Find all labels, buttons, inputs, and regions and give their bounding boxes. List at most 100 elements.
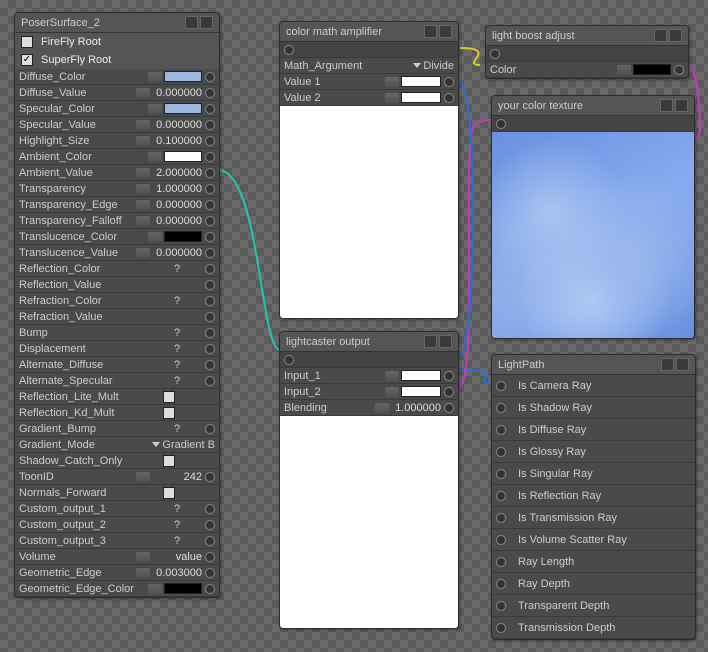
output-row[interactable]: Is Reflection Ray: [492, 485, 695, 507]
color-row[interactable]: Color: [486, 62, 688, 78]
input-socket-icon[interactable]: [205, 504, 215, 514]
param-value[interactable]: 0.003000: [152, 567, 202, 579]
output-socket-icon[interactable]: [284, 355, 294, 365]
output-row[interactable]: Is Volume Scatter Ray: [492, 529, 695, 551]
checkbox[interactable]: [163, 391, 175, 403]
input-socket-icon[interactable]: [205, 552, 215, 562]
param-row[interactable]: Translucence_Color: [15, 229, 219, 245]
key-icon[interactable]: [136, 136, 150, 146]
param-row[interactable]: Geometric_Edge_Color: [15, 581, 219, 597]
input-socket-icon[interactable]: [444, 387, 454, 397]
param-row[interactable]: Alternate_Specular?: [15, 373, 219, 389]
param-row[interactable]: Highlight_Size0.100000: [15, 133, 219, 149]
input2-row[interactable]: Input_2: [280, 384, 458, 400]
output-socket-icon[interactable]: [496, 579, 506, 589]
output-socket-icon[interactable]: [496, 535, 506, 545]
output-socket-icon[interactable]: [490, 49, 500, 59]
input-socket-icon[interactable]: [205, 536, 215, 546]
output-socket-icon[interactable]: [496, 469, 506, 479]
key-icon[interactable]: [617, 65, 631, 75]
param-row[interactable]: Specular_Value0.000000: [15, 117, 219, 133]
output-row[interactable]: Is Camera Ray: [492, 375, 695, 397]
menu-icon[interactable]: [424, 25, 437, 38]
key-icon[interactable]: [385, 93, 399, 103]
key-icon[interactable]: [136, 248, 150, 258]
param-row[interactable]: Diffuse_Color: [15, 69, 219, 85]
param-value[interactable]: 1.000000: [152, 183, 202, 195]
light-boost-node[interactable]: light boost adjust Color: [485, 25, 689, 79]
node-title-bar[interactable]: PoserSurface_2: [15, 13, 219, 33]
node-title-bar[interactable]: color math amplifier: [280, 22, 458, 42]
blending-row[interactable]: Blending 1.000000: [280, 400, 458, 416]
input-socket-icon[interactable]: [205, 232, 215, 242]
key-icon[interactable]: [385, 77, 399, 87]
param-row[interactable]: Geometric_Edge0.003000: [15, 565, 219, 581]
output-socket-icon[interactable]: [284, 45, 294, 55]
color-math-node[interactable]: color math amplifier Math_Argument Divid…: [279, 21, 459, 319]
color-swatch[interactable]: [164, 231, 202, 242]
output-row[interactable]: Is Diffuse Ray: [492, 419, 695, 441]
input-socket-icon[interactable]: [444, 403, 454, 413]
input-socket-icon[interactable]: [205, 312, 215, 322]
key-icon[interactable]: [148, 232, 162, 242]
menu-icon[interactable]: [424, 335, 437, 348]
output-socket-icon[interactable]: [496, 447, 506, 457]
key-icon[interactable]: [136, 472, 150, 482]
input-socket-icon[interactable]: [674, 65, 684, 75]
dropdown-icon[interactable]: [413, 63, 421, 68]
collapse-icon[interactable]: [439, 335, 452, 348]
param-row[interactable]: Gradient_ModeGradient B: [15, 437, 219, 453]
param-value[interactable]: value: [152, 551, 202, 563]
param-row[interactable]: Volumevalue: [15, 549, 219, 565]
output-socket-icon[interactable]: [496, 513, 506, 523]
output-row[interactable]: Transmission Depth: [492, 617, 695, 639]
firefly-root-row[interactable]: FireFly Root: [15, 33, 219, 51]
input-socket-icon[interactable]: [205, 376, 215, 386]
output-socket-icon[interactable]: [496, 381, 506, 391]
input-socket-icon[interactable]: [205, 520, 215, 530]
output-row[interactable]: Is Shadow Ray: [492, 397, 695, 419]
collapse-icon[interactable]: [439, 25, 452, 38]
color-texture-node[interactable]: your color texture: [491, 95, 695, 339]
node-title-bar[interactable]: your color texture: [492, 96, 694, 116]
param-value[interactable]: 0.000000: [152, 247, 202, 259]
key-icon[interactable]: [148, 104, 162, 114]
param-row[interactable]: Shadow_Catch_Only: [15, 453, 219, 469]
param-row[interactable]: Alternate_Diffuse?: [15, 357, 219, 373]
color-swatch[interactable]: [633, 64, 671, 75]
key-icon[interactable]: [136, 88, 150, 98]
checkbox[interactable]: [163, 407, 175, 419]
param-row[interactable]: Displacement?: [15, 341, 219, 357]
input-socket-icon[interactable]: [205, 248, 215, 258]
input-socket-icon[interactable]: [205, 88, 215, 98]
param-value[interactable]: 1.000000: [391, 402, 441, 414]
param-row[interactable]: Ambient_Color: [15, 149, 219, 165]
param-value[interactable]: 0.000000: [152, 215, 202, 227]
param-row[interactable]: Custom_output_1?: [15, 501, 219, 517]
param-row[interactable]: Reflection_Value: [15, 277, 219, 293]
param-row[interactable]: Custom_output_3?: [15, 533, 219, 549]
poser-surface-node[interactable]: PoserSurface_2 FireFly Root ✓ SuperFly R…: [14, 12, 220, 598]
input-socket-icon[interactable]: [444, 77, 454, 87]
key-icon[interactable]: [136, 216, 150, 226]
output-socket-icon[interactable]: [496, 557, 506, 567]
output-socket-icon[interactable]: [496, 491, 506, 501]
param-row[interactable]: Reflection_Lite_Mult: [15, 389, 219, 405]
lightcaster-node[interactable]: lightcaster output Input_1 Input_2 Blend…: [279, 331, 459, 629]
input1-row[interactable]: Input_1: [280, 368, 458, 384]
param-row[interactable]: Refraction_Value: [15, 309, 219, 325]
param-row[interactable]: Ambient_Value2.000000: [15, 165, 219, 181]
input-socket-icon[interactable]: [205, 216, 215, 226]
key-icon[interactable]: [148, 152, 162, 162]
value-input[interactable]: [401, 386, 441, 397]
value-input[interactable]: [401, 76, 441, 87]
param-row[interactable]: Reflection_Color?: [15, 261, 219, 277]
checkbox[interactable]: [163, 487, 175, 499]
input-socket-icon[interactable]: [205, 360, 215, 370]
key-icon[interactable]: [136, 168, 150, 178]
param-value[interactable]: 242: [152, 471, 202, 483]
dropdown-value[interactable]: Divide: [423, 60, 454, 72]
param-value[interactable]: 0.000000: [152, 199, 202, 211]
param-row[interactable]: ToonID242: [15, 469, 219, 485]
node-title-bar[interactable]: LightPath: [492, 355, 695, 375]
